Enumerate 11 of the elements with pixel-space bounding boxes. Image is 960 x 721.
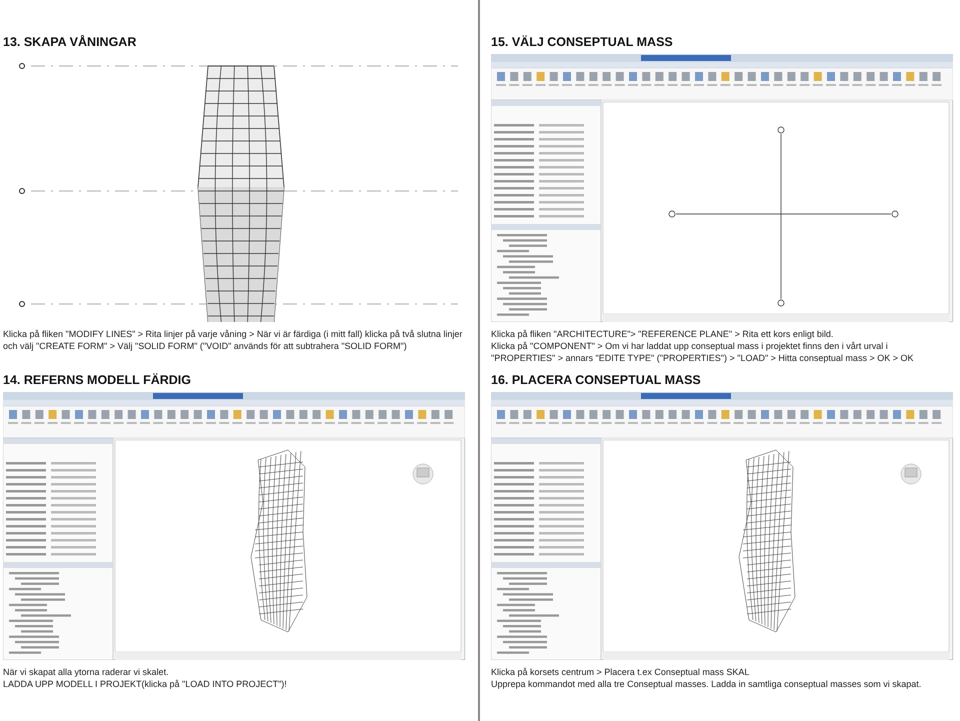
section-heading: 13. SKAPA VÅNINGAR (3, 34, 138, 50)
section-heading: 14. REFERNS MODELL FÄRDIG (3, 372, 192, 388)
section-heading: 16. PLACERA CONSEPTUAL MASS (491, 372, 702, 388)
section-heading: 15. VÄLJ CONSEPTUAL MASS (491, 34, 674, 50)
caption-text: Klicka på fliken "ARCHITECTURE"> "REFERENCE PLANE" > Rita ett kors enligt bild. (491, 328, 834, 340)
caption-text: Klicka på "COMPONENT" > Om vi har laddat upp conseptual mass i projektet finns den i vårt urval i "PROPERTIES" > annars "EDITE TYPE" ("PROPERTIES") > "LOAD" > Hitta conseptual mass > OK > OK (491, 340, 914, 364)
caption-text: Upprepa kommandot med alla tre Conseptual masses. Ladda in samtliga conseptual masses som vi skapat. (491, 678, 922, 690)
caption-text: Klicka på korsets centrum > Placera t.ex Conseptual mass SKAL (491, 666, 750, 678)
caption-text: LADDA UPP MODELL I PROJEKT(klicka på "LOAD INTO PROJECT")! (3, 678, 288, 690)
caption-text: Klicka på fliken "MODIFY LINES" > Rita linjer på varje våning > När vi är färdiga (i mitt fall) klicka på två slutna linjer och välj "CREATE FORM" > Välj "SOLID FORM" ("VOID" används för att subtrahera "SOLID FORM") (3, 328, 464, 352)
caption-text: När vi skapat alla ytorna raderar vi skalet. (3, 666, 170, 678)
